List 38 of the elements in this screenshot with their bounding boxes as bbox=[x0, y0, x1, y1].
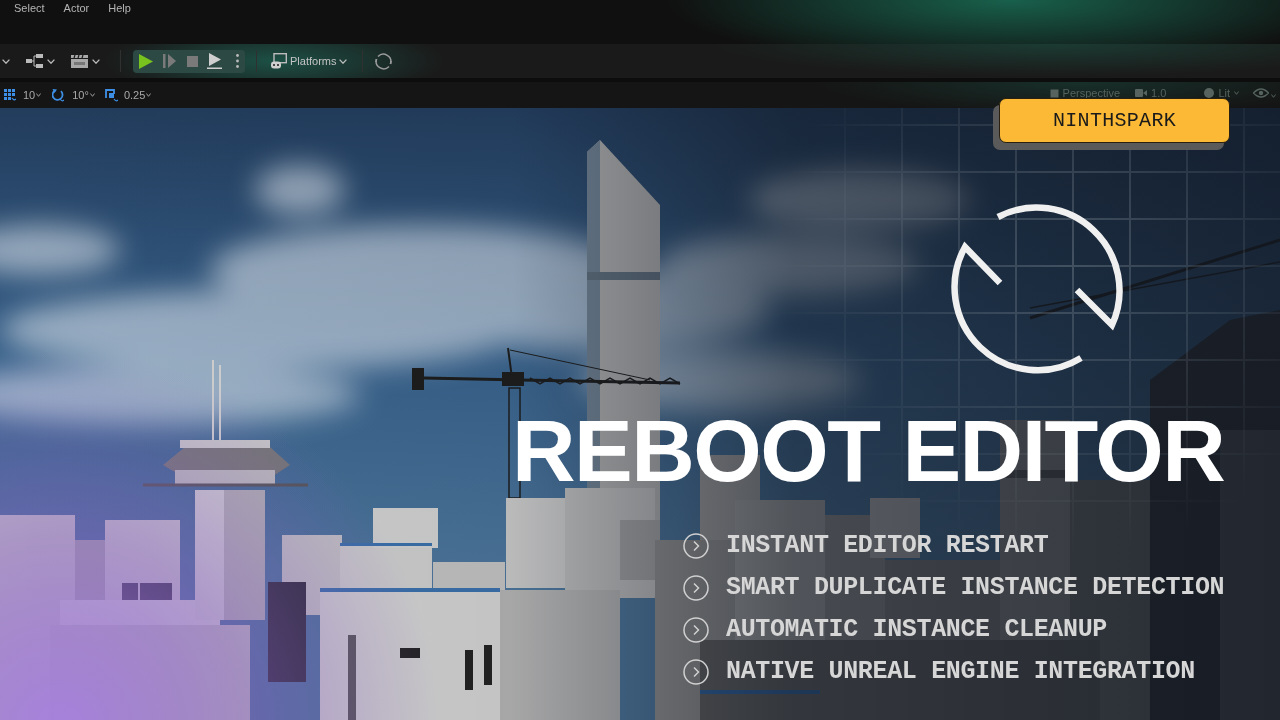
scale-icon bbox=[104, 88, 118, 102]
monitor-gamepad-icon bbox=[271, 53, 287, 69]
chevron-down-icon bbox=[1234, 91, 1239, 95]
chevron-down-icon bbox=[146, 93, 152, 97]
title-heading: REBOOT EDITOR bbox=[512, 407, 1225, 495]
video-camera-icon bbox=[1135, 89, 1148, 97]
chevron-circle-icon bbox=[683, 659, 709, 685]
chevron-circle-icon bbox=[683, 533, 709, 559]
play-icon[interactable] bbox=[139, 53, 153, 69]
feature-text: SMART DUPLICATE INSTANCE DETECTION bbox=[726, 575, 1225, 601]
chevron-down-icon[interactable] bbox=[92, 58, 100, 64]
feature-text: AUTOMATIC INSTANCE CLEANUP bbox=[726, 617, 1107, 643]
grid-snap-dropdown[interactable]: 10 bbox=[4, 88, 42, 102]
chevron-down-icon[interactable] bbox=[339, 58, 348, 64]
scale-snap-dropdown[interactable]: 0.25 bbox=[104, 88, 152, 102]
feature-text: NATIVE UNREAL ENGINE INTEGRATION bbox=[726, 659, 1195, 685]
menu-item[interactable]: Help bbox=[108, 1, 131, 15]
platforms-button[interactable]: Platforms bbox=[271, 53, 348, 69]
sphere-icon bbox=[1204, 88, 1215, 98]
clapperboard-icon[interactable] bbox=[71, 54, 88, 68]
play-line-icon[interactable] bbox=[207, 53, 222, 69]
chevron-circle-icon bbox=[683, 575, 709, 601]
hierarchy-icon[interactable] bbox=[26, 54, 43, 68]
menu-item[interactable]: Select bbox=[14, 1, 45, 15]
rotation-snap-dropdown[interactable]: 10° bbox=[52, 88, 95, 102]
refresh-icon[interactable] bbox=[374, 51, 394, 71]
grid-icon bbox=[4, 88, 16, 102]
feature-text: INSTANT EDITOR RESTART bbox=[726, 533, 1049, 559]
square-icon bbox=[1049, 88, 1059, 98]
rotate-icon bbox=[52, 88, 65, 102]
menu-item[interactable]: Actor bbox=[63, 1, 90, 15]
chevron-down-icon[interactable] bbox=[2, 58, 10, 64]
chevron-circle-icon bbox=[683, 617, 709, 643]
chevron-down-icon[interactable] bbox=[47, 58, 55, 64]
eye-icon[interactable] bbox=[1253, 88, 1269, 98]
kebab-menu-icon[interactable] bbox=[236, 54, 239, 68]
chevron-down-icon bbox=[89, 93, 95, 97]
chevron-down-icon bbox=[36, 93, 42, 97]
